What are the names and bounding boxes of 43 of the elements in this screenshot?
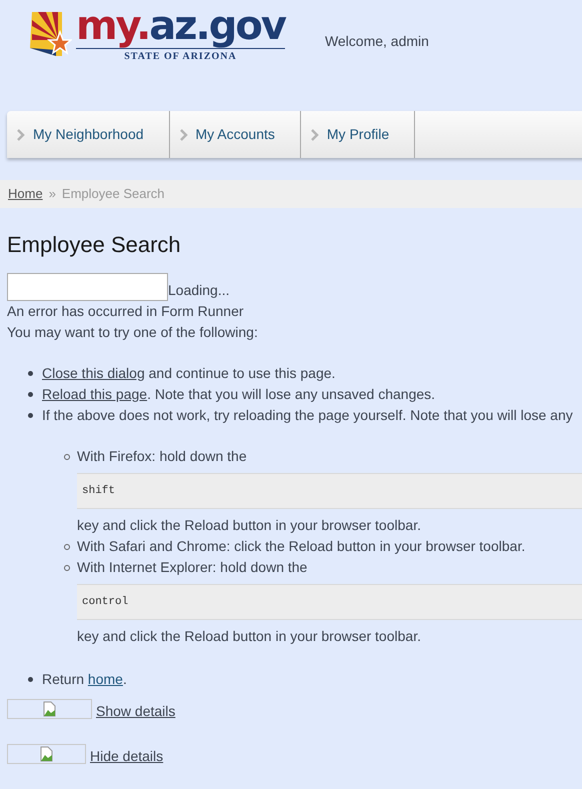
- bullet-icon: [28, 677, 33, 682]
- list-text: key and click the Reload button in your browser toolbar.: [77, 516, 422, 535]
- broken-image-icon: [40, 746, 53, 762]
- search-field[interactable]: [7, 273, 168, 301]
- nav-tab[interactable]: My Neighborhood: [7, 111, 170, 158]
- chevron-icon: [178, 128, 188, 142]
- code-block: shift: [77, 473, 582, 509]
- error-prompt: You may want to try one of the following:: [7, 323, 259, 342]
- action-link[interactable]: Close this dialog: [42, 365, 145, 381]
- nav-tab[interactable]: My Accounts: [170, 111, 301, 158]
- list-text: With Firefox: hold down the: [77, 447, 248, 466]
- bullet-icon: [64, 544, 70, 550]
- bullet-icon: [28, 371, 33, 376]
- home-link[interactable]: home: [88, 671, 123, 687]
- details-link[interactable]: Show details: [96, 703, 176, 719]
- bullet-icon: [28, 392, 33, 397]
- breadcrumb-current: Employee Search: [62, 185, 165, 204]
- breadcrumb-separator: »: [48, 185, 56, 204]
- action-link[interactable]: Reload this page: [42, 386, 148, 402]
- bullet-icon: [64, 564, 70, 570]
- chevron-icon: [310, 128, 319, 142]
- list-text: With Safari and Chrome: click the Reload button in your browser toolbar.: [77, 537, 526, 556]
- bullet-icon: [64, 454, 70, 460]
- error-message: An error has occurred in Form Runner: [7, 302, 245, 321]
- list-text: Return home.: [42, 670, 127, 689]
- breadcrumb-link[interactable]: Home: [8, 184, 43, 204]
- logo-tagline: STATE OF ARIZONA: [124, 50, 237, 64]
- code-block: control: [77, 584, 582, 620]
- list-text: key and click the Reload button in your browser toolbar.: [77, 627, 422, 646]
- list-text: With Internet Explorer: hold down the: [77, 558, 308, 577]
- chevron-icon: [16, 128, 25, 142]
- list-text: Reload this page. Note that you will lose any unsaved changes.: [42, 385, 436, 404]
- page-title: Employee Search: [7, 231, 182, 259]
- details-link[interactable]: Hide details: [90, 748, 164, 764]
- bullet-icon: [28, 413, 33, 418]
- nav-tab[interactable]: My Profile: [300, 111, 416, 158]
- list-text: If the above does not work, try reloading the page yourself. Note that you will lose any: [42, 406, 574, 425]
- list-text: Close this dialog and continue to use this page.: [42, 364, 336, 383]
- logo-text: az.gov: [149, 6, 285, 46]
- logo-text: my.: [76, 6, 150, 46]
- loading-text: Loading...: [168, 281, 230, 300]
- welcome-text: Welcome, admin: [324, 32, 429, 51]
- broken-image-icon: [43, 701, 56, 717]
